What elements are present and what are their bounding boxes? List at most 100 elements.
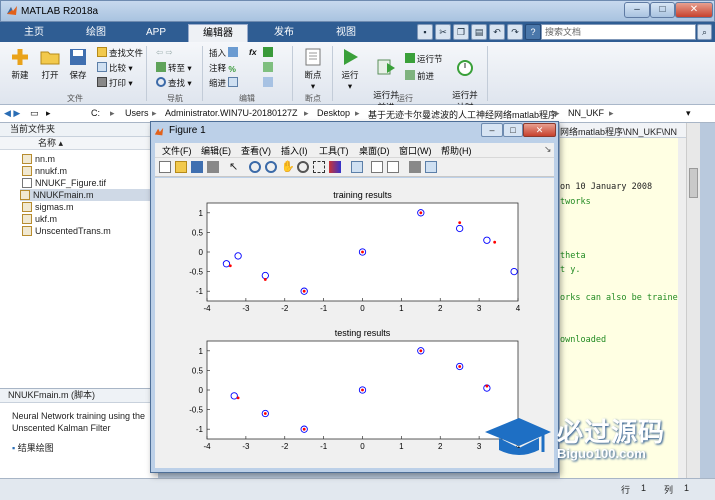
show-tools-icon[interactable] <box>425 161 437 173</box>
name-column-header[interactable]: 名称 ▴ <box>0 137 158 150</box>
crumb-desktop[interactable]: Desktop <box>317 108 350 118</box>
save-quick-icon[interactable]: ▪ <box>417 24 433 40</box>
menu-file[interactable]: 文件(F) <box>162 144 192 157</box>
dock-icon[interactable]: ↘ <box>544 144 552 155</box>
menu-view[interactable]: 查看(V) <box>241 144 271 157</box>
compare-button[interactable]: 比较 ▾ <box>97 62 133 74</box>
hide-tools-icon[interactable] <box>409 161 421 173</box>
colorbar-icon[interactable] <box>371 161 383 173</box>
close-icon[interactable]: ✕ <box>675 2 713 18</box>
new-figure-icon[interactable] <box>159 161 171 173</box>
open-button[interactable]: 打开 <box>36 47 64 81</box>
search-input[interactable]: 搜索文档 <box>541 24 696 40</box>
file-item[interactable]: UnscentedTrans.m <box>22 225 111 237</box>
redo-quick-icon[interactable]: ↷ <box>507 24 523 40</box>
comment-button[interactable]: 注释 % <box>209 62 240 74</box>
print-figure-icon[interactable] <box>207 161 219 173</box>
scrollbar-thumb[interactable] <box>689 168 698 198</box>
link-plot-icon[interactable] <box>351 161 363 173</box>
menu-desktop[interactable]: 桌面(D) <box>359 144 390 157</box>
search-icon[interactable]: ⌕ <box>697 24 712 40</box>
advance-button[interactable]: 前进 <box>405 70 434 82</box>
m-file-icon <box>22 154 32 164</box>
breakpoints-button[interactable]: 断点 ▾ <box>297 47 329 92</box>
zoom-in-icon[interactable] <box>249 161 261 173</box>
tab-view[interactable]: 视图 <box>316 24 376 42</box>
find-button[interactable]: 查找 ▾ <box>156 77 192 89</box>
cut-quick-icon[interactable]: ✂ <box>435 24 451 40</box>
tab-apps[interactable]: APP <box>126 24 186 42</box>
file-item[interactable]: NNUKF_Figure.tif <box>22 177 106 189</box>
zoom-out-icon[interactable] <box>265 161 277 173</box>
data-point-dot <box>302 427 306 431</box>
figure-maximize-button[interactable]: □ <box>503 123 523 137</box>
open-label: 打开 <box>41 70 59 80</box>
crumb-users[interactable]: Users <box>125 108 149 118</box>
indent-button[interactable]: 缩进 <box>209 77 240 89</box>
save-button[interactable]: 保存 <box>64 47 92 81</box>
data-point-dot <box>302 289 306 293</box>
figure-minimize-button[interactable]: – <box>481 123 503 137</box>
data-cursor-icon[interactable] <box>313 161 325 173</box>
maximize-button[interactable]: □ <box>650 2 675 18</box>
new-button[interactable]: 新建 <box>6 47 34 81</box>
help-quick-icon[interactable]: ? <box>525 24 541 40</box>
paste-quick-icon[interactable]: ▤ <box>471 24 487 40</box>
app-title: MATLAB R2018a <box>21 6 99 17</box>
outdent-icon[interactable] <box>263 77 275 88</box>
row-value: 1 <box>641 483 647 493</box>
menu-help[interactable]: 帮助(H) <box>441 144 472 157</box>
file-item[interactable]: nnukf.m <box>22 165 67 177</box>
editor-path-bar: 网络matlab程序\NN_UKF\NN <box>560 123 686 138</box>
undo-quick-icon[interactable]: ↶ <box>489 24 505 40</box>
uncomment-icon[interactable] <box>263 62 275 73</box>
crumb-nn-ukf[interactable]: NN_UKF <box>568 108 604 118</box>
brush-icon[interactable] <box>329 161 341 173</box>
insert-button[interactable]: 插入 <box>209 47 240 59</box>
find-files-button[interactable]: 查找文件 <box>97 47 143 59</box>
run-advance-icon <box>377 59 395 75</box>
dropdown-icon[interactable]: ▾ <box>686 108 691 119</box>
rotate-icon[interactable] <box>297 161 309 173</box>
legend-icon[interactable] <box>387 161 399 173</box>
open-file-icon[interactable] <box>175 161 187 173</box>
indent-icon <box>228 77 239 87</box>
run-button[interactable]: 运行 ▾ <box>336 47 364 92</box>
divider <box>487 46 488 101</box>
file-item[interactable]: nn.m <box>22 153 55 165</box>
back-icon[interactable]: ◀ ▶ <box>4 108 20 119</box>
menu-tools[interactable]: 工具(T) <box>319 144 349 157</box>
file-item[interactable]: ukf.m <box>22 213 57 225</box>
crumb-project[interactable]: 基于无迹卡尔曼滤波的人工神经网络matlab程序 <box>368 108 557 121</box>
image-file-icon <box>22 178 32 188</box>
edit-tools-icon[interactable] <box>263 47 275 58</box>
menu-edit[interactable]: 编辑(E) <box>201 144 231 157</box>
file-item-selected[interactable]: NNUKFmain.m <box>20 189 156 201</box>
tab-editor[interactable]: 编辑器 <box>188 24 248 42</box>
fx-button[interactable]: fx <box>249 47 257 57</box>
back-button[interactable]: ⇦ ⇨ <box>156 47 173 58</box>
save-figure-icon[interactable] <box>191 161 203 173</box>
figure-close-icon[interactable]: ✕ <box>523 123 556 137</box>
menu-insert[interactable]: 插入(I) <box>281 144 308 157</box>
goto-button[interactable]: 转至 ▾ <box>156 62 192 74</box>
minimize-button[interactable]: – <box>624 2 650 18</box>
browse-folder-icon[interactable]: ▸ <box>46 108 51 119</box>
copy-quick-icon[interactable]: ❐ <box>453 24 469 40</box>
tab-publish[interactable]: 发布 <box>254 24 314 42</box>
figure-toolbar: ↖ ✋ <box>155 157 554 177</box>
crumb-drive[interactable]: C: <box>91 108 100 118</box>
file-item[interactable]: sigmas.m <box>22 201 74 213</box>
pan-icon[interactable]: ✋ <box>281 161 295 173</box>
print-button[interactable]: 打印 ▾ <box>97 77 133 89</box>
tab-home[interactable]: 主页 <box>4 24 64 42</box>
tab-plots[interactable]: 绘图 <box>66 24 126 42</box>
up-folder-icon[interactable]: ▭ <box>30 108 39 119</box>
pointer-icon[interactable]: ↖ <box>229 161 241 173</box>
file-name: nn.m <box>35 154 56 164</box>
run-time-button[interactable]: 运行并 计时 <box>448 47 482 113</box>
run-section-button[interactable]: 运行节 <box>405 53 443 65</box>
crumb-admin[interactable]: Administrator.WIN7U-20180127Z <box>165 108 298 118</box>
crumb-separator: ▸ <box>110 108 115 118</box>
menu-window[interactable]: 窗口(W) <box>399 144 432 157</box>
